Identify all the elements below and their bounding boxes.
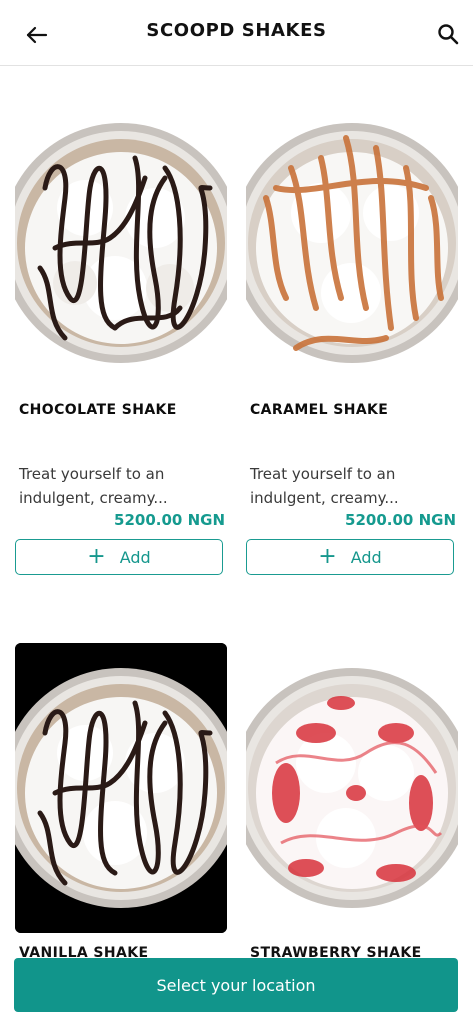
plus-icon: + <box>318 544 337 569</box>
product-description: Treat yourself to an indulgent, creamy..… <box>246 462 460 510</box>
description-line: Treat yourself to an <box>19 465 165 483</box>
add-button[interactable]: + Add <box>15 539 223 575</box>
product-image[interactable] <box>15 98 227 388</box>
product-image[interactable] <box>246 643 458 933</box>
product-description: Treat yourself to an indulgent, creamy..… <box>15 462 229 510</box>
search-button[interactable] <box>434 20 464 50</box>
plus-icon: + <box>87 544 106 569</box>
description-line: indulgent, creamy... <box>250 489 399 507</box>
product-card[interactable]: CHOCOLATE SHAKE Treat yourself to an ind… <box>15 98 229 575</box>
chocolate-shake-image <box>15 98 227 388</box>
product-name: STRAWBERRY SHAKE <box>250 945 422 958</box>
product-price: 5200.00 NGN <box>345 511 456 529</box>
select-location-button[interactable]: Select your location <box>14 958 458 1012</box>
product-name: VANILLA SHAKE <box>19 945 149 958</box>
vanilla-shake-image <box>15 643 227 933</box>
add-button[interactable]: + Add <box>246 539 454 575</box>
product-card[interactable]: VANILLA SHAKE <box>15 643 229 958</box>
product-card[interactable]: STRAWBERRY SHAKE <box>246 643 460 958</box>
caramel-shake-image <box>246 98 458 388</box>
product-image[interactable] <box>246 98 458 388</box>
product-image[interactable] <box>15 643 227 933</box>
strawberry-shake-image <box>246 643 458 933</box>
description-line: Treat yourself to an <box>250 465 396 483</box>
description-line: indulgent, creamy... <box>19 489 168 507</box>
app-header: SCOOPD SHAKES <box>0 0 473 66</box>
product-price: 5200.00 NGN <box>114 511 225 529</box>
add-button-label: Add <box>350 547 382 567</box>
product-card[interactable]: CARAMEL SHAKE Treat yourself to an indul… <box>246 98 460 575</box>
page-title: SCOOPD SHAKES <box>146 20 327 41</box>
product-grid: CHOCOLATE SHAKE Treat yourself to an ind… <box>0 66 473 958</box>
add-button-label: Add <box>119 547 151 567</box>
product-name: CARAMEL SHAKE <box>250 402 389 418</box>
product-name: CHOCOLATE SHAKE <box>19 402 177 418</box>
search-icon <box>438 24 459 45</box>
